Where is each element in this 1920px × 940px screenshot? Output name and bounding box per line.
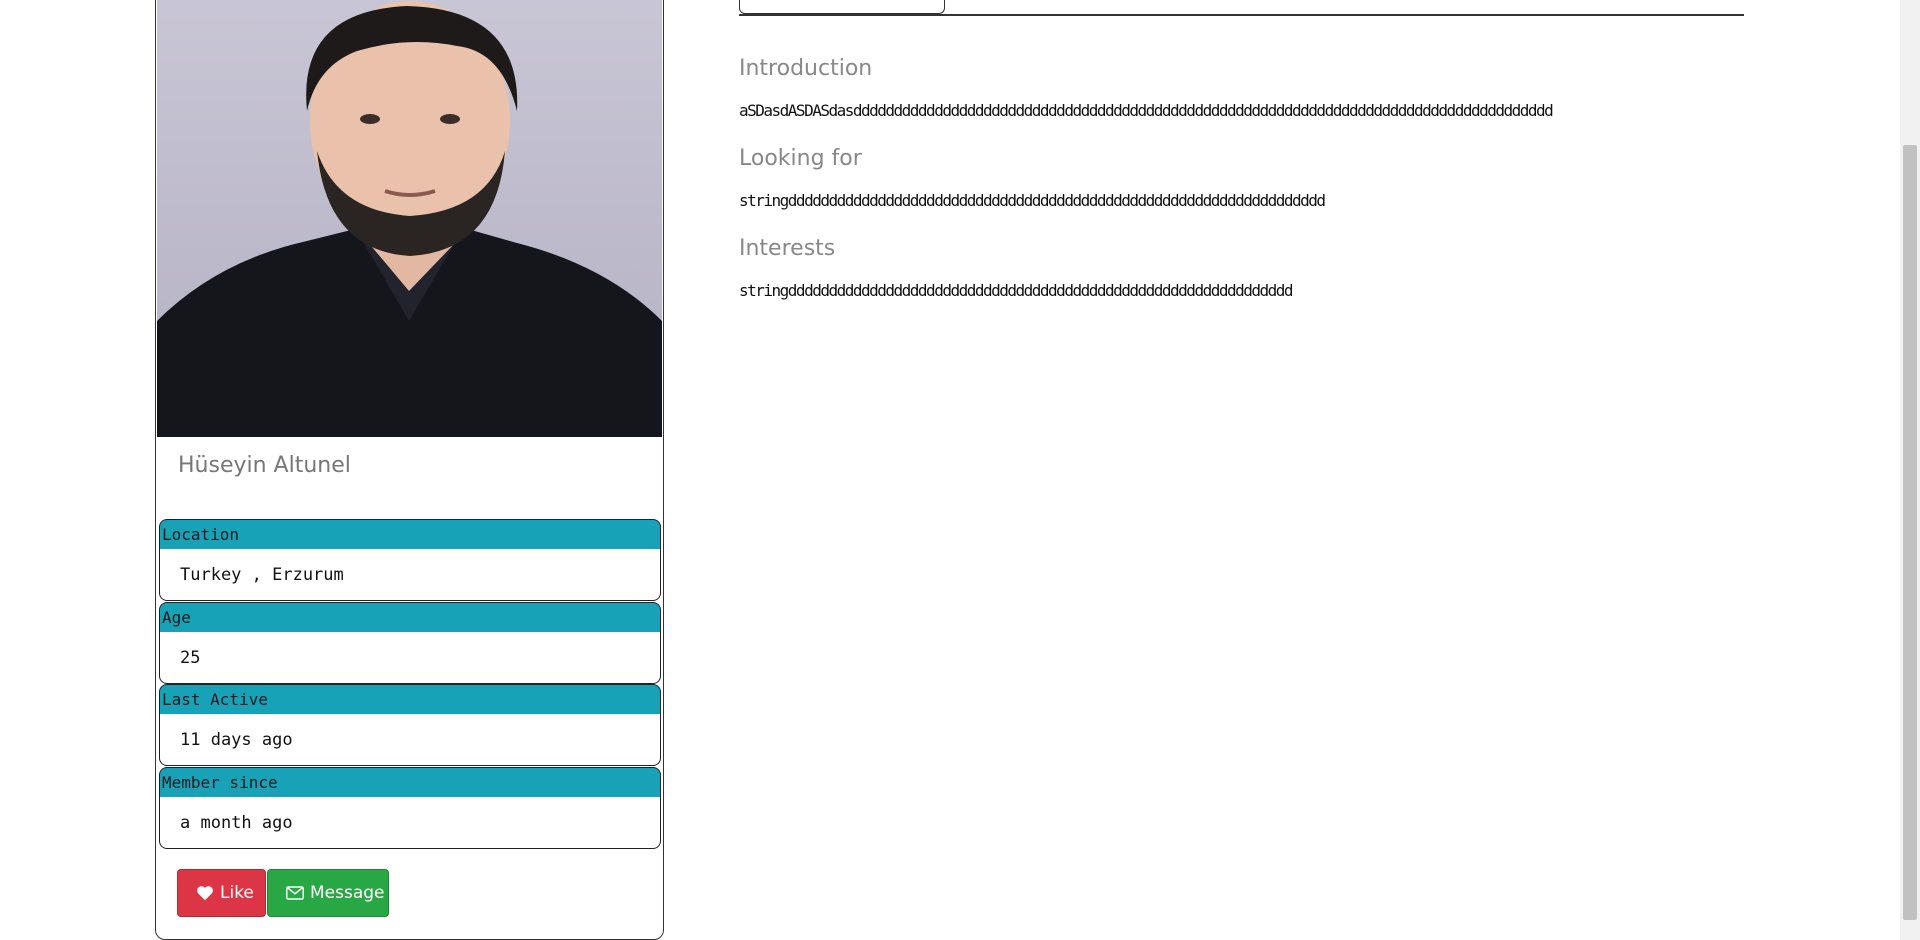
info-member-since: Member since a month ago	[159, 767, 661, 849]
info-age: Age 25	[159, 602, 661, 684]
profile-card: Hüseyin Altunel Location Turkey , Erzuru…	[155, 0, 664, 940]
info-value: 11 days ago	[159, 714, 661, 766]
profile-tabs	[739, 0, 1744, 16]
like-button-label: Like	[220, 883, 254, 903]
info-value: a month ago	[159, 797, 661, 849]
message-button-label: Message	[310, 883, 385, 903]
info-value: 25	[159, 632, 661, 684]
scrollbar-thumb[interactable]	[1903, 145, 1917, 920]
info-label: Last Active	[159, 684, 661, 714]
introduction-title: Introduction	[739, 56, 873, 81]
tab-active[interactable]	[739, 0, 945, 14]
envelope-icon	[286, 886, 304, 900]
introduction-text: aSDasdASDASdasdddddddddddddddddddddddddd…	[739, 101, 1554, 120]
message-button[interactable]: Message	[267, 869, 389, 917]
looking-for-title: Looking for	[739, 146, 862, 171]
profile-name: Hüseyin Altunel	[178, 453, 351, 478]
info-label: Member since	[159, 767, 661, 797]
interests-title: Interests	[739, 236, 836, 261]
heart-icon	[196, 885, 214, 901]
like-button[interactable]: Like	[177, 869, 266, 917]
info-label: Age	[159, 602, 661, 632]
page-scrollbar[interactable]	[1900, 0, 1920, 940]
info-label: Location	[159, 519, 661, 549]
info-last-active: Last Active 11 days ago	[159, 684, 661, 766]
interests-text: stringdddddddddddddddddddddddddddddddddd…	[739, 281, 1294, 300]
info-value: Turkey , Erzurum	[159, 549, 661, 601]
looking-for-text: stringdddddddddddddddddddddddddddddddddd…	[739, 191, 1326, 210]
info-location: Location Turkey , Erzurum	[159, 519, 661, 601]
profile-photo	[157, 0, 662, 437]
